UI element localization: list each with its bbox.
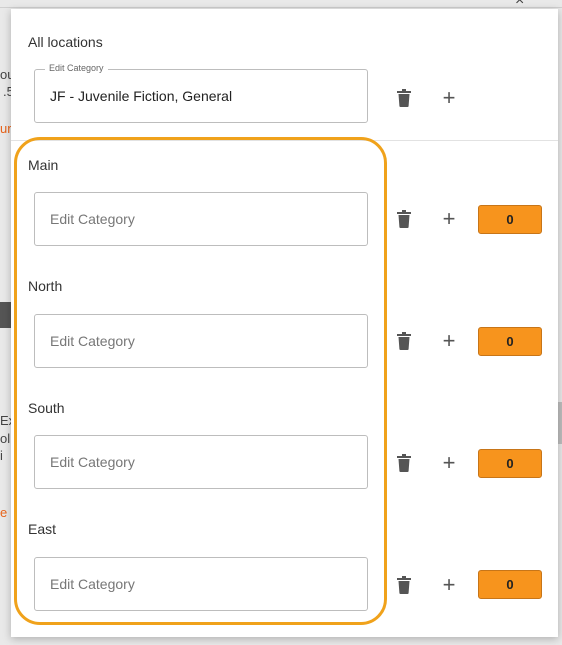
add-button[interactable]: + xyxy=(438,574,460,596)
plus-icon: + xyxy=(442,450,456,475)
field-placeholder: Edit Category xyxy=(50,576,135,592)
plus-icon: + xyxy=(442,572,456,597)
location-label-north: North xyxy=(28,278,63,294)
field-legend: Edit Category xyxy=(45,63,108,73)
background-text: e xyxy=(0,505,8,520)
trash-icon xyxy=(397,89,411,107)
trash-icon xyxy=(397,332,411,350)
trash-icon xyxy=(397,576,411,594)
add-button[interactable]: + xyxy=(438,208,460,230)
location-north-category-field[interactable]: Edit Category xyxy=(34,314,368,368)
location-category-panel: All locations Edit Category JF - Juvenil… xyxy=(11,9,558,637)
location-label-east: East xyxy=(28,521,57,537)
all-locations-category-field[interactable]: Edit Category JF - Juvenile Fiction, Gen… xyxy=(34,63,368,123)
delete-button[interactable] xyxy=(393,87,415,109)
background-text: i xyxy=(0,448,3,463)
trash-icon xyxy=(397,210,411,228)
location-main-category-field[interactable]: Edit Category xyxy=(34,192,368,246)
location-east-category-field[interactable]: Edit Category xyxy=(34,557,368,611)
delete-button[interactable] xyxy=(393,574,415,596)
delete-button[interactable] xyxy=(393,330,415,352)
field-placeholder: Edit Category xyxy=(50,211,135,227)
count-badge-north[interactable]: 0 xyxy=(478,327,542,356)
delete-button[interactable] xyxy=(393,452,415,474)
add-button[interactable]: + xyxy=(438,87,460,109)
background-divider xyxy=(0,7,562,8)
plus-icon: + xyxy=(442,328,456,353)
location-label-south: South xyxy=(28,400,65,416)
count-badge-south[interactable]: 0 xyxy=(478,449,542,478)
field-placeholder: Edit Category xyxy=(50,333,135,349)
field-placeholder: Edit Category xyxy=(50,454,135,470)
location-label-main: Main xyxy=(28,157,59,173)
field-value: JF - Juvenile Fiction, General xyxy=(50,88,233,104)
count-badge-main[interactable]: 0 xyxy=(478,205,542,234)
background-text: ur xyxy=(0,121,12,136)
add-button[interactable]: + xyxy=(438,452,460,474)
location-south-category-field[interactable]: Edit Category xyxy=(34,435,368,489)
trash-icon xyxy=(397,454,411,472)
plus-icon: + xyxy=(442,206,456,231)
add-button[interactable]: + xyxy=(438,330,460,352)
delete-button[interactable] xyxy=(393,208,415,230)
count-badge-east[interactable]: 0 xyxy=(478,570,542,599)
all-locations-title: All locations xyxy=(28,34,103,50)
background-scrollbar[interactable] xyxy=(558,402,562,444)
plus-icon: + xyxy=(442,85,456,110)
background-text: ol xyxy=(0,431,11,446)
section-divider xyxy=(11,140,558,141)
